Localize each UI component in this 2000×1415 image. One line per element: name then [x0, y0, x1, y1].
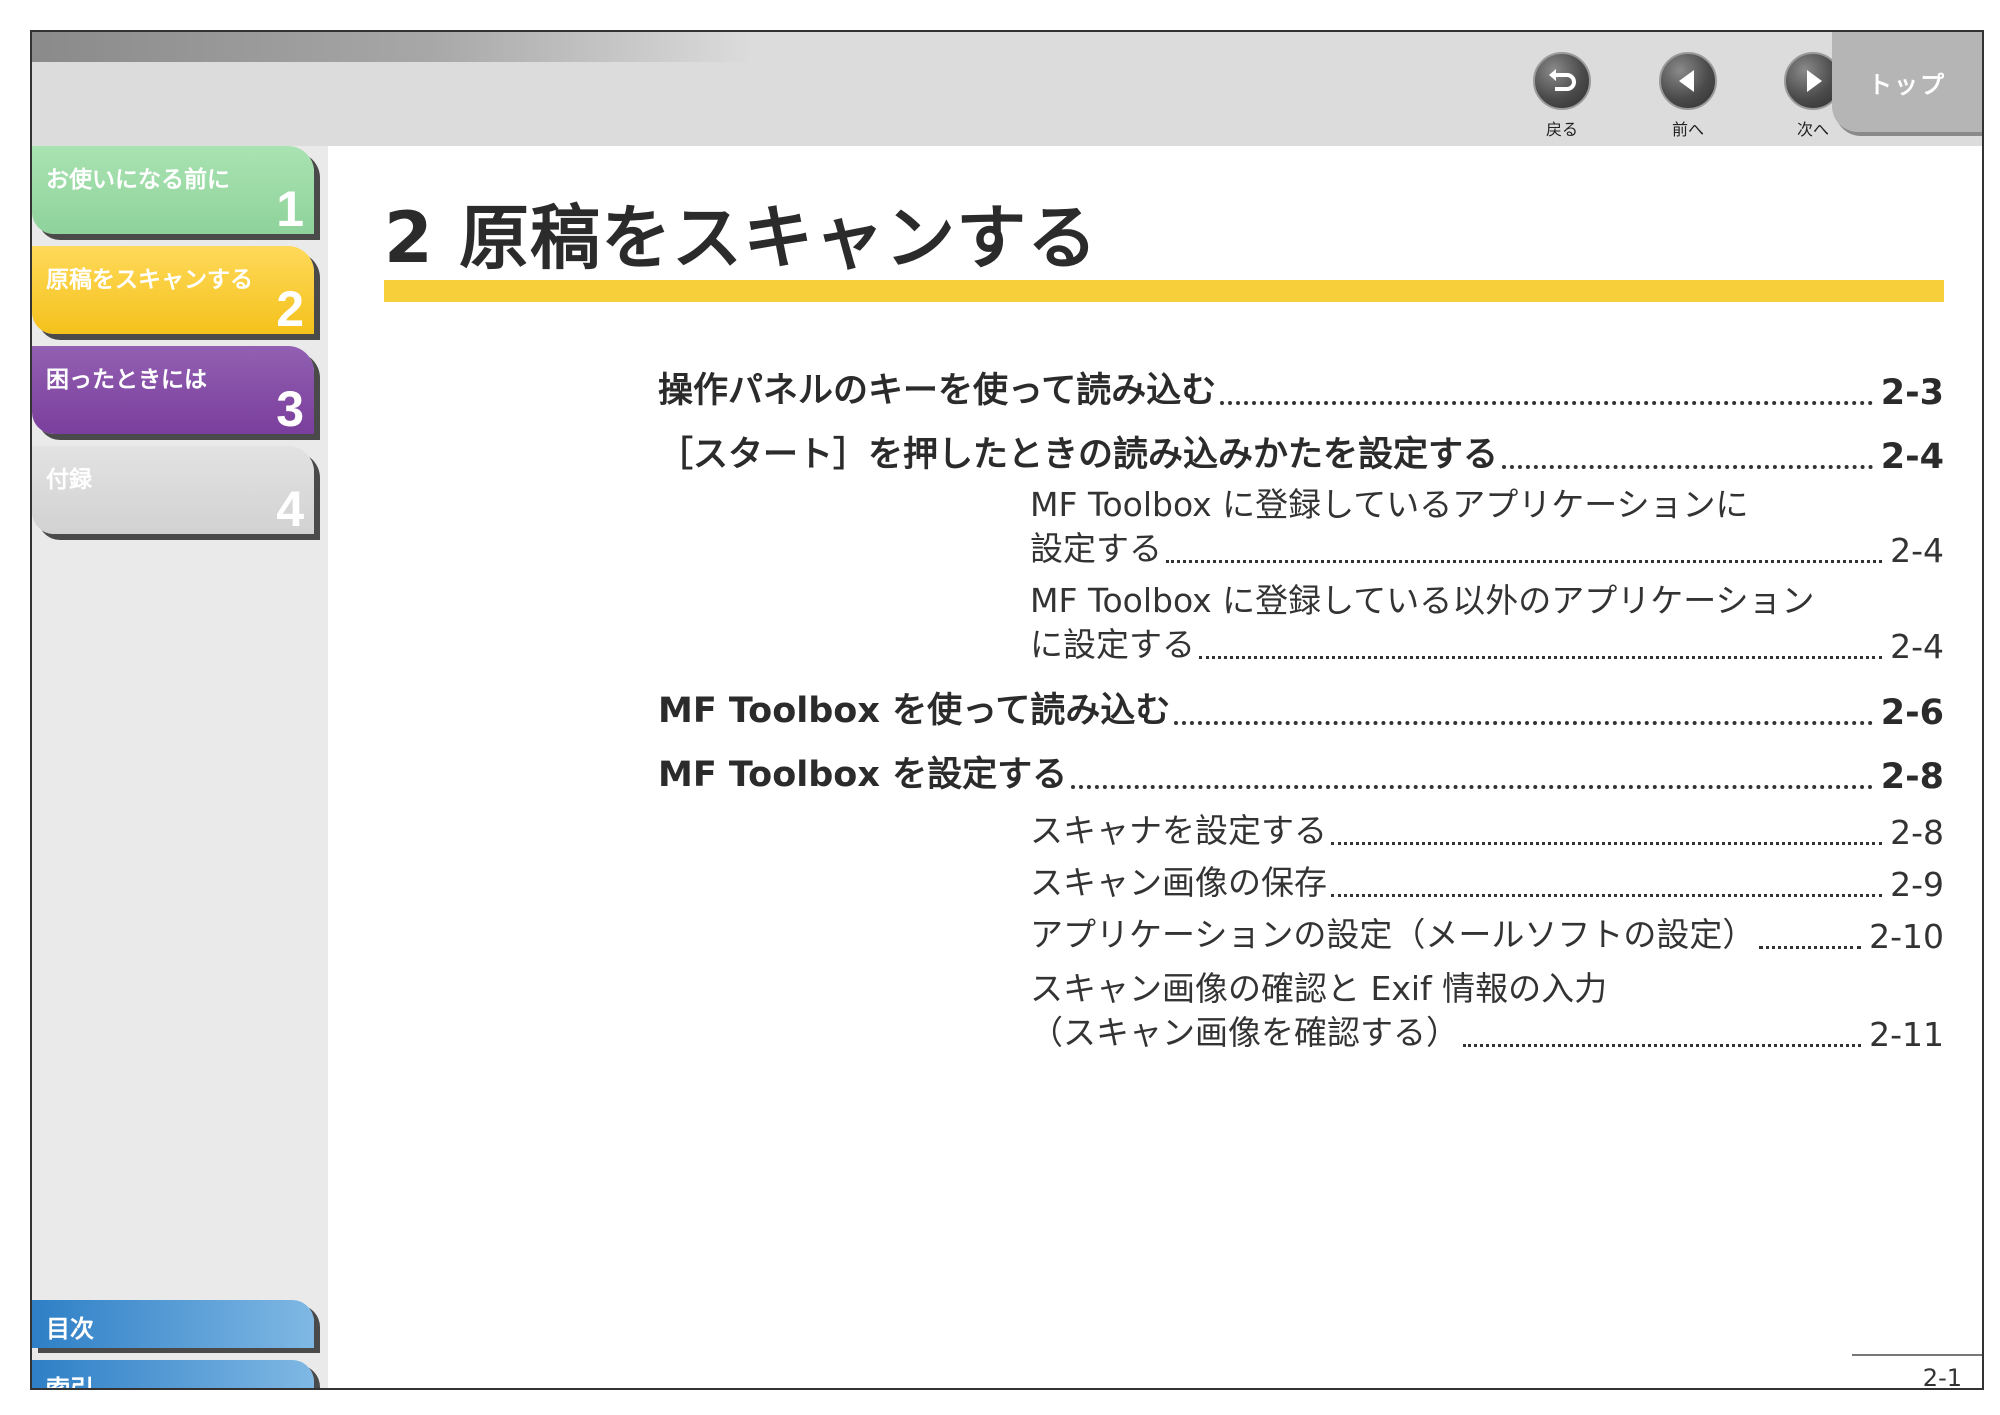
- page-number: 2-1: [1922, 1364, 1962, 1390]
- toc-entry-text: スキャン画像の保存: [1030, 863, 1327, 902]
- toc-leader: [1331, 842, 1883, 845]
- contents-button[interactable]: 目次: [32, 1300, 314, 1348]
- page-frame: 戻る 前へ 次へ トップ お使いになる前に 1 原稿をスキャンする 2 困ったと…: [30, 30, 1984, 1390]
- toc-leader: [1463, 1044, 1862, 1047]
- toc-leader: [1502, 465, 1873, 469]
- toc-leader: [1759, 946, 1862, 949]
- toc-entry-text: 設定する: [1030, 529, 1162, 568]
- chapter-number: 3: [276, 381, 304, 437]
- toc-entry[interactable]: 設定する 2-4: [1030, 522, 1944, 570]
- back-button[interactable]: 戻る: [1517, 52, 1607, 144]
- toc-leader: [1331, 894, 1883, 897]
- toc-page-number: 2-3: [1880, 373, 1944, 413]
- prev-label: 前へ: [1671, 120, 1704, 139]
- index-label: 索引: [46, 1375, 94, 1390]
- toc-page-number: 2-11: [1869, 1015, 1944, 1054]
- toc-leader: [1174, 721, 1873, 725]
- page-title: 2 原稿をスキャンする: [384, 197, 1099, 279]
- toc-entry[interactable]: ［スタート］を押したときの読み込みかたを設定する 2-4: [658, 426, 1944, 477]
- toc-entry-text: （スキャン画像を確認する）: [1030, 1013, 1459, 1052]
- toc-entry[interactable]: スキャナを設定する 2-8: [1030, 804, 1944, 852]
- toc-entry[interactable]: に設定する 2-4: [1030, 618, 1944, 666]
- toc-page-number: 2-8: [1890, 813, 1944, 852]
- toc-leader: [1199, 656, 1883, 659]
- back-label: 戻る: [1545, 120, 1578, 139]
- toc-leader: [1166, 560, 1883, 563]
- chapter-title: 原稿をスキャンする: [46, 267, 253, 293]
- toc-entry-text: MF Toolbox を設定する: [658, 755, 1068, 795]
- toc-leader: [1071, 785, 1873, 789]
- chapter-number: 1: [276, 181, 304, 237]
- toc-page-number: 2-4: [1880, 437, 1944, 477]
- contents-label: 目次: [46, 1315, 94, 1343]
- header-bar: 戻る 前へ 次へ トップ: [32, 32, 1982, 146]
- page-number-rule: [1852, 1354, 1982, 1356]
- header-gradient: [32, 32, 752, 62]
- toc-leader: [1220, 401, 1873, 405]
- toc-entry[interactable]: 操作パネルのキーを使って読み込む 2-3: [658, 362, 1944, 413]
- toc-entry-text: 操作パネルのキーを使って読み込む: [658, 371, 1217, 411]
- toc-entry-text: に設定する: [1030, 625, 1195, 664]
- toc-entry[interactable]: スキャン画像の保存 2-9: [1030, 856, 1944, 904]
- chapter-title: お使いになる前に: [46, 167, 230, 193]
- chapter-number: 2: [276, 281, 304, 337]
- toc-page-number: 2-10: [1869, 917, 1944, 956]
- toc-page-number: 2-6: [1880, 693, 1944, 733]
- toc-page-number: 2-4: [1890, 627, 1944, 666]
- prev-button[interactable]: 前へ: [1643, 52, 1733, 144]
- chapter-number: 4: [276, 481, 304, 537]
- sidebar-item-chapter-4[interactable]: 付録 4: [32, 446, 314, 537]
- prev-icon: [1659, 52, 1717, 110]
- toc-entry-text: アプリケーションの設定（メールソフトの設定）: [1030, 915, 1756, 954]
- toc-entry-text: ［スタート］を押したときの読み込みかたを設定する: [658, 435, 1499, 475]
- toc-entry[interactable]: アプリケーションの設定（メールソフトの設定） 2-10: [1030, 908, 1944, 956]
- chapter-title: 付録: [46, 467, 92, 493]
- back-icon: [1533, 52, 1591, 110]
- chapter-title: 困ったときには: [46, 367, 207, 393]
- top-button[interactable]: トップ: [1832, 32, 1982, 132]
- sidebar: お使いになる前に 1 原稿をスキャンする 2 困ったときには 3 付録 4 目次…: [32, 146, 328, 1390]
- sidebar-item-chapter-3[interactable]: 困ったときには 3: [32, 346, 314, 437]
- toc-entry[interactable]: （スキャン画像を確認する） 2-11: [1030, 1006, 1944, 1054]
- sidebar-item-chapter-2[interactable]: 原稿をスキャンする 2: [32, 246, 314, 337]
- toc-entry-first-line[interactable]: MF Toolbox に登録している以外のアプリケーション: [1030, 574, 1815, 622]
- toc-entry[interactable]: MF Toolbox を設定する 2-8: [658, 746, 1944, 797]
- toc-entry-first-line[interactable]: MF Toolbox に登録しているアプリケーションに: [1030, 478, 1749, 526]
- toc-entry-first-line[interactable]: スキャン画像の確認と Exif 情報の入力: [1030, 962, 1607, 1010]
- toc-page-number: 2-9: [1890, 865, 1944, 904]
- heading-underline: [384, 280, 1944, 302]
- index-button[interactable]: 索引: [32, 1360, 314, 1390]
- toc-page-number: 2-8: [1880, 757, 1944, 797]
- toc-entry-text: MF Toolbox を使って読み込む: [658, 691, 1171, 731]
- toc-entry[interactable]: MF Toolbox を使って読み込む 2-6: [658, 682, 1944, 733]
- toc-page-number: 2-4: [1890, 531, 1944, 570]
- sidebar-item-chapter-1[interactable]: お使いになる前に 1: [32, 146, 314, 237]
- toc-entry-text: スキャナを設定する: [1030, 811, 1327, 850]
